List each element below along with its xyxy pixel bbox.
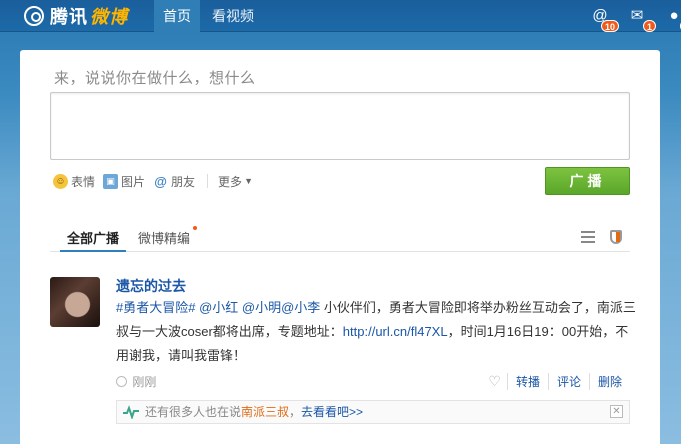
friends-label: 朋友 (171, 174, 196, 189)
post-author[interactable]: 遗忘的过去 (116, 276, 186, 296)
post-hashtag[interactable]: #勇者大冒险# (116, 300, 195, 315)
emoji-label: 表情 (71, 174, 96, 189)
tab-weibo-picks-label: 微博精编 (138, 231, 191, 246)
smiley-icon: ☺ (53, 173, 68, 189)
feed-tabs: 全部广播 微博精编 (50, 224, 630, 252)
new-indicator-dot (193, 226, 198, 230)
hint-separator: ， (289, 405, 302, 419)
post-time[interactable]: 刚刚 (132, 375, 156, 389)
nav-tab-home[interactable]: 首页 (154, 0, 200, 32)
at-badge: 10 (600, 20, 619, 32)
filter-shield-icon[interactable] (610, 230, 622, 244)
mail-icon: ✉ (630, 7, 644, 24)
tencent-weibo-logo-icon (24, 6, 44, 26)
list-view-icon[interactable] (581, 231, 595, 243)
clock-icon (116, 376, 127, 387)
top-nav-bar: 腾讯 微博 首页 看视频 @ 10 ✉ 1 ● 2 (0, 0, 681, 32)
broadcast-button[interactable]: 广播 (545, 167, 630, 195)
friends-button[interactable]: @ 朋友 (153, 173, 195, 190)
post-url[interactable]: http://url.cn/fl47XL (343, 324, 448, 339)
mail-badge: 1 (642, 20, 656, 32)
more-label: 更多 (218, 174, 243, 189)
post-mentions[interactable]: @小红 @小明@小李 (199, 300, 320, 315)
main-panel: 来，说说你在做什么，想什么 ☺ 表情 ▣ 图片 @ 朋友 更多 ▼ 广播 全部广… (20, 50, 660, 444)
comment-button[interactable]: 评论 (547, 373, 589, 390)
logo[interactable]: 腾讯 微博 (24, 4, 128, 28)
repost-button[interactable]: 转播 (506, 373, 548, 390)
avatar[interactable] (50, 277, 100, 327)
more-button[interactable]: 更多 ▼ (218, 173, 253, 190)
emoji-button[interactable]: ☺ 表情 (53, 173, 95, 190)
image-icon: ▣ (103, 173, 119, 189)
at-friends-icon: @ (154, 173, 167, 189)
post-meta: 刚刚 ♡ 转播 评论 删除 (116, 373, 630, 391)
composer-prompt: 来，说说你在做什么，想什么 (54, 70, 256, 87)
post-actions: ♡ 转播 评论 删除 (488, 373, 630, 390)
nav-tab-video[interactable]: 看视频 (204, 0, 262, 32)
at-mentions-button[interactable]: @ 10 (589, 6, 619, 32)
delete-button[interactable]: 删除 (588, 373, 630, 390)
tab-all-broadcasts[interactable]: 全部广播 (60, 228, 126, 252)
close-icon[interactable]: ✕ (610, 405, 623, 418)
messages-button[interactable]: ✉ 1 (626, 6, 656, 32)
user-icon: ● (669, 7, 679, 24)
chevron-down-icon: ▼ (244, 176, 253, 186)
tab-weibo-picks[interactable]: 微博精编 (138, 226, 198, 252)
image-button[interactable]: ▣ 图片 (103, 173, 145, 190)
topic-hint-bar: 还有很多人也在说南派三叔，去看看吧>> ✕ (116, 400, 630, 424)
followers-button[interactable]: ● 2 (663, 6, 681, 32)
image-label: 图片 (121, 174, 146, 189)
logo-text-tencent: 腾讯 (50, 7, 88, 27)
pulse-icon (123, 405, 139, 419)
composer-toolbar: ☺ 表情 ▣ 图片 @ 朋友 更多 ▼ (53, 172, 261, 190)
toolbar-divider (207, 174, 209, 188)
hint-prefix: 还有很多人也在说 (145, 405, 242, 419)
post-content: #勇者大冒险# @小红 @小明@小李 小伙伴们，勇者大冒险即将举办粉丝互动会了，… (116, 296, 636, 368)
composer-textarea[interactable] (50, 92, 630, 160)
logo-text-weibo: 微博 (90, 7, 128, 27)
hint-topic[interactable]: 南派三叔 (241, 405, 289, 419)
hint-go-link[interactable]: 去看看吧>> (301, 405, 363, 419)
heart-icon[interactable]: ♡ (488, 373, 501, 390)
